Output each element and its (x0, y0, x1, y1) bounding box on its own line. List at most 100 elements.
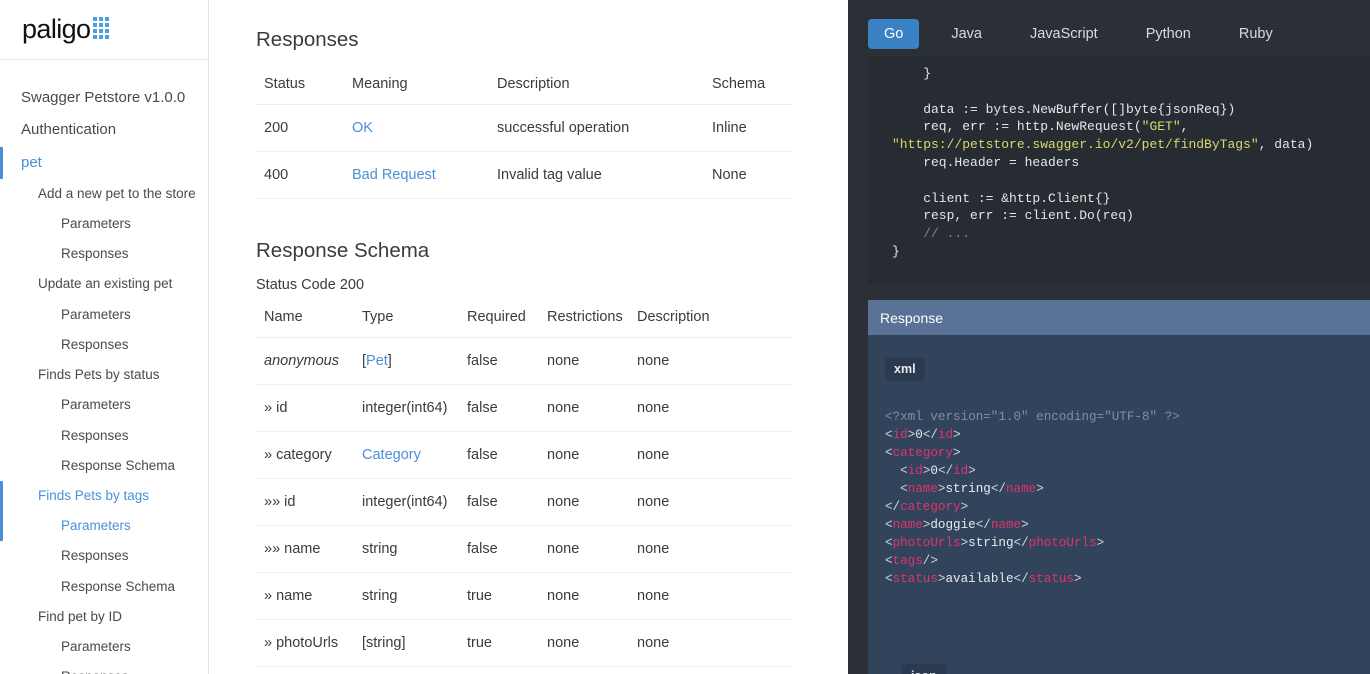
sidebar-item-label: Parameters (61, 639, 131, 654)
sidebar-item-label: Update an existing pet (38, 276, 172, 291)
schema-type: integer(int64) (354, 385, 459, 432)
sidebar-item-label: Authentication (21, 121, 116, 138)
schema-type[interactable]: [Pet] (354, 338, 459, 385)
response-meaning-link[interactable]: Bad Request (352, 167, 436, 183)
response-schema-table: NameTypeRequiredRestrictionsDescription … (256, 299, 793, 667)
schema-type: string (354, 526, 459, 573)
sidebar-item-label: Find pet by ID (38, 609, 122, 624)
response-meaning[interactable]: OK (344, 105, 489, 152)
schema-description: none (629, 573, 793, 620)
schema-name: »» id (256, 479, 354, 526)
table-row: » photoUrls[string]truenonenone (256, 620, 793, 667)
schema-type-link[interactable]: Pet (366, 353, 388, 369)
schema-description: none (629, 620, 793, 667)
language-tab[interactable]: JavaScript (1014, 19, 1114, 49)
format-tab-json[interactable]: json (902, 664, 946, 674)
schema-description: none (629, 432, 793, 479)
response-meaning[interactable]: Bad Request (344, 152, 489, 199)
schema-restrictions: none (539, 385, 629, 432)
sidebar-item-label: Parameters (61, 216, 131, 231)
response-schema-title: Response Schema (256, 239, 793, 263)
sidebar-item[interactable]: Responses (0, 239, 208, 269)
code-line: "https://petstore.swagger.io/v2/pet/find… (868, 136, 1370, 154)
language-tab[interactable]: Python (1130, 19, 1207, 49)
sidebar-item[interactable]: Parameters (0, 390, 208, 420)
sidebar-item-label: Response Schema (61, 458, 175, 473)
table-row: »» idinteger(int64)falsenonenone (256, 479, 793, 526)
code-line (868, 83, 1370, 101)
code-line: client := &http.Client{} (868, 190, 1370, 208)
schema-name: » id (256, 385, 354, 432)
sidebar-item[interactable]: Swagger Petstore v1.0.0 (0, 82, 208, 114)
sidebar-item[interactable]: Responses (0, 421, 208, 451)
schema-required: false (459, 338, 539, 385)
response-schema-subtitle: Status Code 200 (256, 277, 793, 293)
code-line: req, err := http.NewRequest("GET", (868, 118, 1370, 136)
xml-line: <category> (885, 444, 1370, 462)
response-schema-cell: Inline (704, 105, 793, 152)
sidebar-item[interactable]: Responses (0, 330, 208, 360)
sidebar-item-label: Response Schema (61, 579, 175, 594)
sidebar-item[interactable]: Response Schema (0, 572, 208, 602)
schema-type-link[interactable]: Category (362, 447, 421, 463)
response-panel-header: Response (868, 300, 1370, 335)
format-tab-xml[interactable]: xml (885, 357, 925, 381)
sidebar-item-label: Add a new pet to the store (38, 186, 196, 201)
sidebar-item[interactable]: Responses (0, 662, 208, 674)
schema-required: false (459, 526, 539, 573)
responses-title: Responses (256, 28, 793, 52)
schema-type: [string] (354, 620, 459, 667)
language-tab[interactable]: Ruby (1223, 19, 1289, 49)
schema-col-header: Type (354, 299, 459, 338)
code-line (868, 172, 1370, 190)
table-row: anonymous[Pet]falsenonenone (256, 338, 793, 385)
sidebar-item-label: Responses (61, 548, 129, 563)
logo-header: paligo (0, 0, 208, 60)
sidebar-item[interactable]: Parameters (0, 632, 208, 662)
xml-line: <?xml version="1.0" encoding="UTF-8" ?> (885, 408, 1370, 426)
xml-line: <status>available</status> (885, 570, 1370, 588)
xml-line: <name>doggie</name> (885, 516, 1370, 534)
schema-name: » name (256, 573, 354, 620)
schema-description: none (629, 526, 793, 573)
language-tab[interactable]: Java (935, 19, 998, 49)
sidebar-item[interactable]: Parameters (0, 209, 208, 239)
schema-type[interactable]: Category (354, 432, 459, 479)
sidebar-item[interactable]: Parameters (0, 511, 208, 541)
table-row: »» namestringfalsenonenone (256, 526, 793, 573)
section-spacer (256, 199, 793, 239)
code-line: } (868, 243, 1370, 261)
sidebar-item-label: Swagger Petstore v1.0.0 (21, 89, 185, 106)
sidebar-item[interactable]: Responses (0, 541, 208, 571)
schema-col-header: Restrictions (539, 299, 629, 338)
xml-line: <name>string</name> (885, 480, 1370, 498)
sidebar-item[interactable]: pet (0, 147, 208, 179)
table-row: » categoryCategoryfalsenonenone (256, 432, 793, 479)
sidebar-item[interactable]: Authentication (0, 114, 208, 146)
schema-restrictions: none (539, 479, 629, 526)
sidebar-item[interactable]: Find pet by ID (0, 602, 208, 632)
sidebar-item[interactable]: Add a new pet to the store (0, 179, 208, 209)
sidebar-item[interactable]: Update an existing pet (0, 269, 208, 299)
sidebar-item[interactable]: Finds Pets by status (0, 360, 208, 390)
response-description: Invalid tag value (489, 152, 704, 199)
sidebar-item-label: Responses (61, 246, 129, 261)
language-tab[interactable]: Go (868, 19, 919, 49)
xml-line: <tags/> (885, 552, 1370, 570)
responses-col-header: Description (489, 66, 704, 105)
schema-restrictions: none (539, 526, 629, 573)
schema-description: none (629, 338, 793, 385)
response-meaning-link[interactable]: OK (352, 120, 373, 136)
response-panel-title: Response (880, 310, 943, 326)
schema-col-header: Required (459, 299, 539, 338)
sidebar-item[interactable]: Parameters (0, 300, 208, 330)
sidebar-item[interactable]: Response Schema (0, 451, 208, 481)
xml-line: </category> (885, 498, 1370, 516)
sidebar-item[interactable]: Finds Pets by tags (0, 481, 208, 511)
schema-required: false (459, 385, 539, 432)
paligo-logo[interactable]: paligo (22, 16, 109, 43)
schema-name: anonymous (256, 338, 354, 385)
schema-required: false (459, 479, 539, 526)
table-row: 400Bad RequestInvalid tag valueNone (256, 152, 793, 199)
schema-required: true (459, 573, 539, 620)
